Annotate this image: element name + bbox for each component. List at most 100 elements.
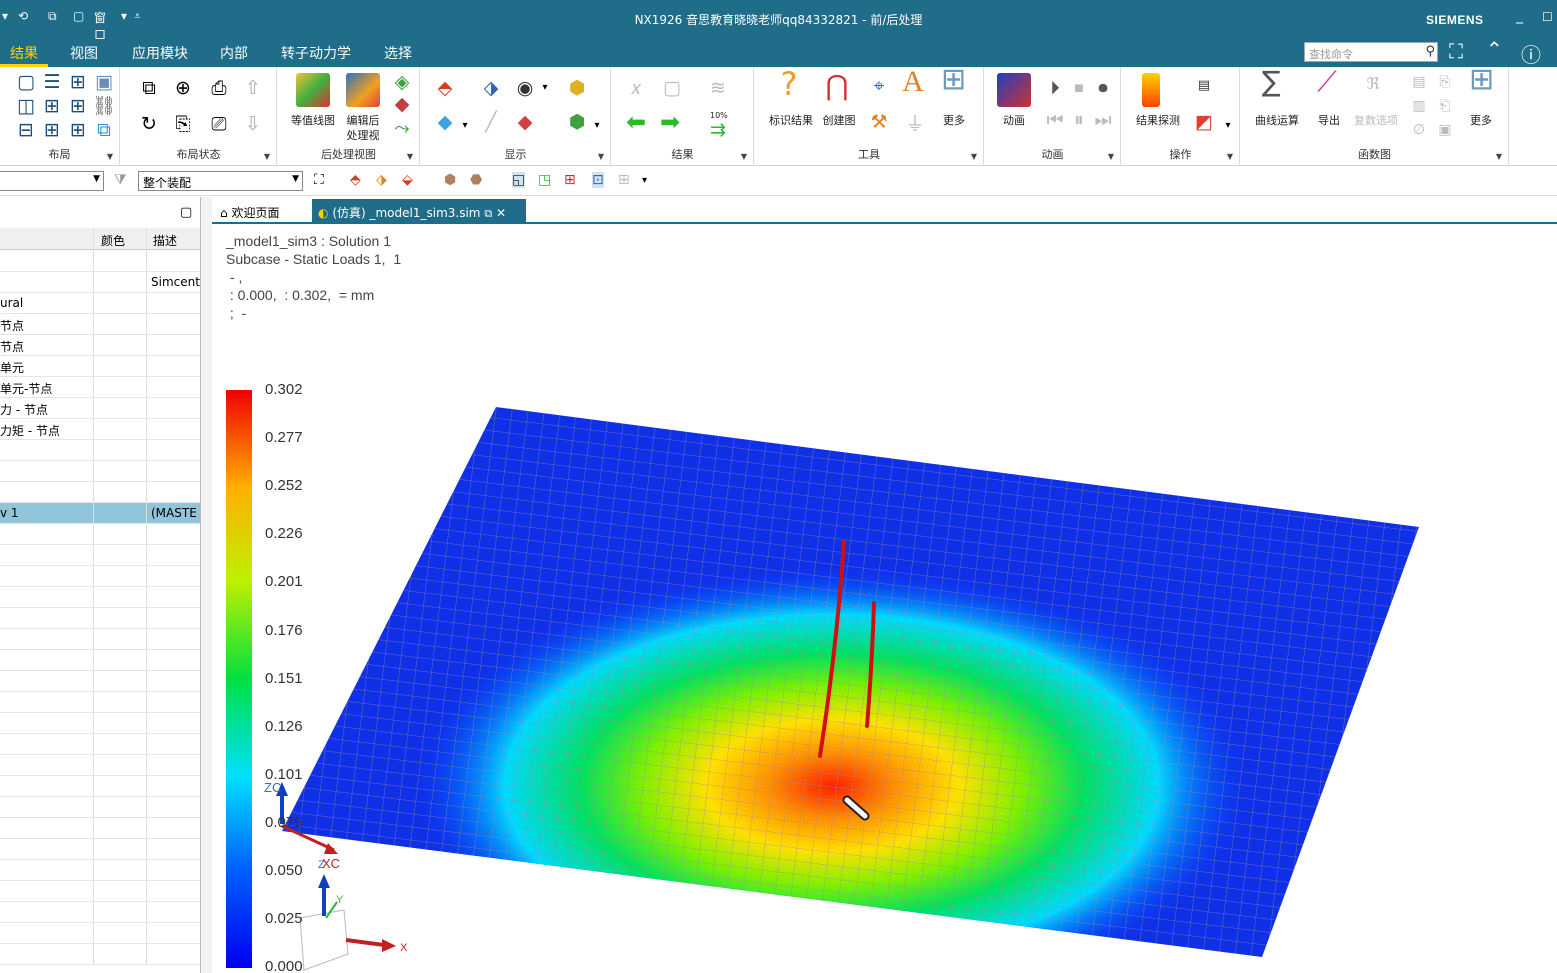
box-alt-icon[interactable]: ⬣ — [470, 172, 482, 188]
search-icon[interactable]: ⚲ — [1425, 44, 1435, 59]
menu-selection[interactable]: 选择 — [380, 43, 416, 63]
graphics-window[interactable]: _model1_sim3 : Solution 1 Subcase - Stat… — [212, 226, 1557, 973]
play-icon[interactable]: ⏵ — [1043, 77, 1067, 99]
function-calc-icon[interactable]: ∑ — [1259, 68, 1283, 96]
add-layout-icon[interactable]: ⊕ — [171, 77, 195, 99]
menu-view[interactable]: 视图 — [66, 43, 102, 63]
table-icon[interactable]: ▤ — [1192, 75, 1216, 97]
select-grid-icon[interactable]: ⊞ — [564, 172, 576, 188]
select-node-icon[interactable]: ⬙ — [402, 172, 413, 188]
annotation-icon[interactable]: A — [901, 67, 925, 97]
export-icon[interactable]: ⟋ — [1315, 68, 1339, 96]
chevron-down-icon[interactable]: ▼ — [1496, 152, 1502, 161]
navigator-row[interactable]: ural — [0, 293, 200, 314]
new-layout-icon[interactable]: ⧉ — [137, 77, 161, 99]
navigator-row[interactable] — [0, 251, 200, 272]
menu-application[interactable]: 应用模块 — [128, 43, 192, 63]
tab-sim-file[interactable]: ◐ (仿真) _model1_sim3.sim ⧉ ✕ — [312, 199, 526, 224]
edge-icon[interactable]: ╱ — [479, 111, 503, 133]
menu-internal[interactable]: 内部 — [216, 43, 252, 63]
more-grid-icon[interactable]: ⊞ — [1469, 65, 1494, 95]
maximize-panel-icon[interactable]: ▢ — [180, 205, 192, 220]
formula-icon[interactable]: 𝑥 — [624, 77, 648, 99]
navigator-row[interactable]: 节点 — [0, 314, 200, 335]
marker-icon[interactable]: ◆ — [390, 93, 414, 115]
path-icon[interactable]: ⚒ — [867, 111, 891, 133]
undock-icon[interactable]: ⧉ — [484, 207, 492, 220]
navigator-row[interactable]: v 1 (MASTE — [0, 503, 200, 524]
frame-icon[interactable]: ▢ — [660, 77, 684, 99]
navigator-row[interactable]: 力矩 - 节点 — [0, 419, 200, 440]
scale-icon[interactable]: ⇉ — [706, 119, 730, 141]
paste-icon[interactable]: ⎘ — [171, 113, 195, 135]
previous-icon[interactable]: ⬅ — [624, 110, 648, 134]
layout-split-icon[interactable]: ⊟ — [14, 119, 38, 141]
create-graph-icon[interactable]: ⋂ — [825, 72, 849, 100]
chart-icon[interactable]: ◩ — [1192, 111, 1216, 133]
navigator-row[interactable] — [0, 482, 200, 503]
type-filter-select[interactable]: ▼ — [0, 171, 104, 191]
grid-small-icon[interactable]: ▤ — [1407, 71, 1431, 93]
chevron-down-icon[interactable]: ▼ — [1227, 152, 1233, 161]
navigator-row[interactable]: 单元-节点 — [0, 377, 200, 398]
layers-icon[interactable]: ≋ — [706, 77, 730, 99]
navigator-row[interactable]: 单元 — [0, 356, 200, 377]
chevron-down-icon[interactable]: ▼ — [1108, 152, 1114, 161]
select-feature-icon[interactable]: ⬘ — [350, 172, 361, 188]
layout-nine-icon[interactable]: ⊞ — [40, 119, 64, 141]
pause-icon[interactable]: ⏸ — [1067, 109, 1091, 131]
maximize-icon[interactable]: ☐ — [1542, 10, 1553, 24]
model-display-icon[interactable]: ⬗ — [479, 77, 503, 99]
copy-icon[interactable]: ⎘ — [1433, 71, 1457, 93]
chevron-down-icon[interactable]: ▼ — [264, 152, 270, 161]
dropdown-arrow-icon[interactable]: ▾ — [1216, 115, 1240, 137]
navigator-row[interactable]: 节点 — [0, 335, 200, 356]
animation-icon[interactable] — [997, 73, 1031, 107]
step-back-icon[interactable]: ⏮ — [1043, 109, 1067, 131]
deformation-icon[interactable]: ⬘ — [433, 77, 457, 99]
select-mesh-icon[interactable]: ◳ — [538, 172, 551, 188]
null-icon[interactable]: ∅ — [1407, 119, 1431, 141]
scope-select[interactable]: 整个装配 ▼ — [138, 171, 303, 191]
next-icon[interactable]: ➡ — [658, 110, 682, 134]
save-layout-icon[interactable]: ⎚ — [207, 113, 231, 135]
chevron-down-icon[interactable]: ▼ — [971, 152, 977, 161]
fem-contour-plot[interactable]: ZC XC Z Y X — [212, 226, 1557, 973]
stop-icon[interactable]: ⏹ — [1067, 77, 1091, 99]
edit-post-view-icon[interactable] — [346, 73, 380, 107]
select-filter-icon[interactable]: ⛶ — [314, 172, 324, 188]
command-search-input[interactable]: 查找命令 ⚲ — [1304, 42, 1438, 62]
more-grid-icon[interactable]: ⊞ — [941, 65, 966, 95]
minimize-icon[interactable]: _ — [1516, 8, 1523, 24]
probe-icon[interactable]: ⌖ — [867, 75, 891, 97]
chevron-down-icon[interactable]: ▼ — [598, 152, 604, 161]
refresh-icon[interactable]: ↻ — [137, 113, 161, 135]
image-icon[interactable]: ▣ — [1433, 119, 1457, 141]
filter-icon[interactable]: ⧩ — [114, 172, 127, 188]
dropdown-arrow-icon[interactable]: ▾ — [642, 175, 647, 186]
dropdown-arrow-icon[interactable]: ▾ — [453, 115, 477, 137]
layout-single-icon[interactable]: ▢ — [14, 71, 38, 93]
clipboard-icon[interactable]: ⎗ — [1433, 95, 1457, 117]
palette-icon[interactable]: ◈ — [390, 71, 414, 93]
collapse-ribbon-icon[interactable]: ⌃ — [1486, 37, 1503, 61]
display-icon[interactable]: ⧉ — [92, 119, 116, 141]
frame-small-icon[interactable]: ▥ — [1407, 95, 1431, 117]
result-probe-icon[interactable] — [1142, 73, 1160, 107]
contour-plot-icon[interactable] — [296, 73, 330, 107]
layout-options-icon[interactable]: ▣ — [92, 71, 116, 93]
grid-off-icon[interactable]: ⊞ — [618, 172, 630, 188]
upload-icon[interactable]: ⇧ — [241, 77, 265, 99]
select-face-icon[interactable]: ◱ — [512, 172, 526, 188]
dropdown-arrow-icon[interactable]: ▾ — [585, 115, 609, 137]
navigator-row[interactable] — [0, 440, 200, 461]
pin-icon[interactable]: ⏚ — [903, 113, 927, 135]
layout-six-icon[interactable]: ⊞ — [66, 95, 90, 117]
cubes-icon[interactable]: ⬢ — [565, 77, 589, 99]
chevron-down-icon[interactable]: ▼ — [407, 152, 413, 161]
layout-grid-icon[interactable]: ⊞ — [66, 71, 90, 93]
layout-quad-icon[interactable]: ⊞ — [40, 95, 64, 117]
layout-rows-icon[interactable]: ☰ — [40, 71, 64, 93]
panel-splitter[interactable] — [201, 197, 212, 973]
close-icon[interactable]: ✕ — [496, 206, 506, 220]
